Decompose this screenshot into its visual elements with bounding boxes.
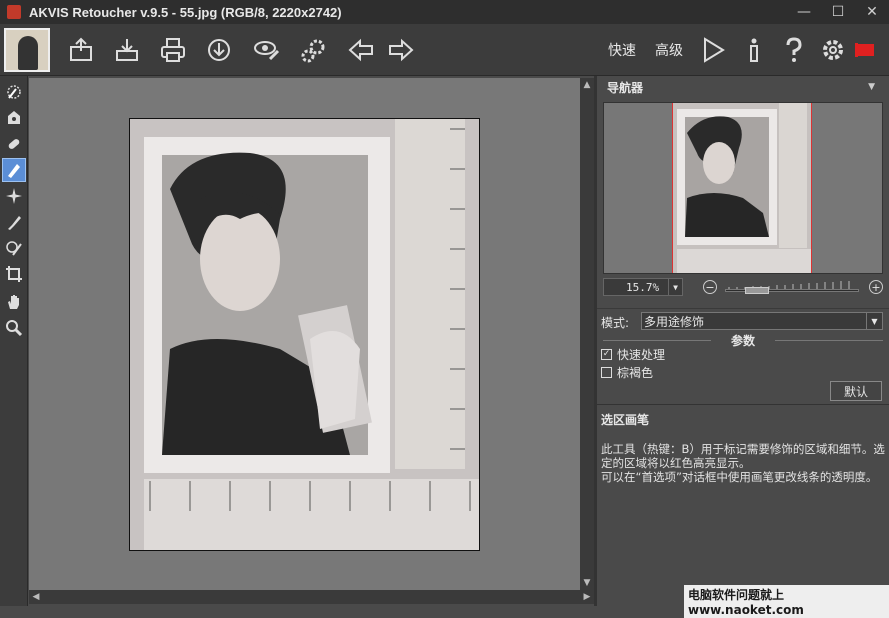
scroll-up-icon[interactable]: ▲ bbox=[580, 78, 594, 92]
help-title: 选区画笔 bbox=[601, 413, 650, 427]
info-icon bbox=[750, 38, 758, 62]
magic-icon bbox=[6, 188, 22, 204]
play-icon bbox=[704, 37, 725, 63]
vertical-scrollbar[interactable]: ▲ ▼ bbox=[580, 78, 594, 590]
red-flag-icon bbox=[855, 43, 874, 57]
preview-icon bbox=[254, 41, 280, 61]
sepia-checkbox[interactable]: 棕褐色 bbox=[601, 364, 653, 380]
redo-button[interactable] bbox=[384, 34, 418, 66]
selection-brush-icon bbox=[8, 164, 20, 178]
zoom-field[interactable]: 15.7% ▼ bbox=[603, 278, 683, 296]
minimize-button[interactable]: — bbox=[787, 0, 821, 24]
settings-icon bbox=[301, 39, 325, 63]
clone-icon bbox=[6, 241, 22, 256]
zoom-out-icon[interactable]: − bbox=[703, 280, 717, 294]
window-controls: — ☐ ✕ bbox=[787, 0, 889, 24]
patch-icon bbox=[8, 139, 20, 149]
notification-button[interactable] bbox=[848, 34, 882, 66]
navigator-title: 导航器 bbox=[607, 80, 644, 95]
tools-panel bbox=[0, 76, 28, 606]
horizontal-scrollbar[interactable]: ◀ ▶ bbox=[29, 590, 594, 604]
preferences-button[interactable] bbox=[816, 34, 850, 66]
app-icon bbox=[7, 5, 21, 19]
zoom-value: 15.7% bbox=[626, 280, 660, 294]
settings-panel: 导航器 ▼ 15.7% ▼ − + 模式: 多用途修饰 ▼ 参数 ✓ 快速处理 … bbox=[597, 78, 889, 606]
sepia-label: 棕褐色 bbox=[617, 365, 654, 380]
image-canvas[interactable] bbox=[29, 78, 580, 590]
photo-image bbox=[129, 118, 480, 551]
save-button[interactable] bbox=[110, 34, 144, 66]
navigator-header[interactable]: 导航器 ▼ bbox=[597, 78, 889, 96]
zoom-slider[interactable] bbox=[725, 280, 859, 294]
zoom-icon bbox=[6, 320, 23, 337]
tool-patch[interactable] bbox=[2, 132, 26, 156]
stamp-icon bbox=[8, 111, 20, 124]
share-icon bbox=[208, 39, 230, 61]
main-toolbar: 快速 高级 bbox=[0, 24, 889, 76]
tool-brush[interactable] bbox=[2, 80, 26, 104]
mode-label: 模式: bbox=[601, 316, 630, 330]
zoom-controls: 15.7% ▼ − + bbox=[603, 278, 883, 298]
run-button[interactable] bbox=[696, 34, 730, 66]
help-icon bbox=[786, 37, 802, 62]
gear-icon bbox=[823, 40, 843, 60]
tool-clone[interactable] bbox=[2, 236, 26, 260]
scroll-down-icon[interactable]: ▼ bbox=[580, 576, 594, 590]
scroll-right-icon[interactable]: ▶ bbox=[580, 590, 594, 604]
default-button[interactable]: 默认 bbox=[830, 381, 882, 401]
undo-icon bbox=[348, 38, 373, 62]
close-button[interactable]: ✕ bbox=[855, 0, 889, 24]
tool-hand[interactable] bbox=[2, 290, 26, 314]
advanced-mode-button[interactable]: 高级 bbox=[655, 40, 683, 60]
chevron-down-icon[interactable]: ▼ bbox=[866, 313, 882, 329]
app-logo bbox=[4, 28, 50, 72]
navigator-preview[interactable] bbox=[603, 102, 883, 274]
help-paragraph-1: 此工具（热键：B）用于标记需要修饰的区域和细节。选定的区域将以红色高亮显示。 bbox=[601, 442, 885, 470]
mode-row: 模式: 多用途修饰 ▼ bbox=[597, 308, 889, 332]
tool-eraser[interactable] bbox=[2, 210, 26, 234]
window-title: AKVIS Retoucher v.9.5 - 55.jpg (RGB/8, 2… bbox=[29, 4, 342, 20]
checkbox-checked-icon[interactable]: ✓ bbox=[601, 348, 612, 360]
tool-crop[interactable] bbox=[2, 262, 26, 286]
mode-value: 多用途修饰 bbox=[644, 314, 705, 329]
print-button[interactable] bbox=[156, 34, 190, 66]
title-bar: AKVIS Retoucher v.9.5 - 55.jpg (RGB/8, 2… bbox=[0, 0, 889, 24]
help-text: 此工具（热键：B）用于标记需要修饰的区域和细节。选定的区域将以红色高亮显示。 可… bbox=[601, 442, 885, 484]
checkbox-unchecked-icon[interactable] bbox=[601, 366, 612, 378]
help-panel: 选区画笔 此工具（热键：B）用于标记需要修饰的区域和细节。选定的区域将以红色高亮… bbox=[597, 404, 889, 606]
hand-icon bbox=[8, 295, 19, 309]
maximize-button[interactable]: ☐ bbox=[821, 0, 855, 24]
quick-process-label: 快速处理 bbox=[617, 347, 666, 362]
tool-selection-brush[interactable] bbox=[2, 158, 26, 182]
plugin-settings-button[interactable] bbox=[297, 34, 331, 66]
scroll-left-icon[interactable]: ◀ bbox=[29, 590, 43, 604]
open-icon bbox=[70, 37, 92, 61]
eraser-icon bbox=[8, 216, 21, 230]
save-icon bbox=[116, 39, 138, 61]
fast-mode-button[interactable]: 快速 bbox=[608, 40, 636, 60]
zoom-in-icon[interactable]: + bbox=[869, 280, 883, 294]
brush-icon bbox=[7, 85, 21, 99]
info-button[interactable] bbox=[737, 34, 771, 66]
tool-zoom[interactable] bbox=[2, 316, 26, 340]
help-paragraph-2: 可以在“首选项”对话框中使用画笔更改线条的透明度。 bbox=[601, 470, 878, 484]
zoom-dropdown-icon[interactable]: ▼ bbox=[668, 279, 682, 295]
zoom-slider-thumb[interactable] bbox=[745, 287, 769, 294]
redo-icon bbox=[389, 38, 414, 62]
print-icon bbox=[161, 38, 185, 62]
collapse-icon[interactable]: ▼ bbox=[868, 82, 875, 92]
help-button[interactable] bbox=[777, 34, 811, 66]
tool-stamp[interactable] bbox=[2, 106, 26, 130]
preview-button[interactable] bbox=[250, 34, 284, 66]
watermark: 电脑软件问题就上www.naoket.com bbox=[684, 585, 889, 618]
navigator-thumbnail bbox=[672, 103, 812, 273]
share-button[interactable] bbox=[202, 34, 236, 66]
mode-select[interactable]: 多用途修饰 ▼ bbox=[641, 312, 883, 330]
tool-magic[interactable] bbox=[2, 184, 26, 208]
undo-button[interactable] bbox=[344, 34, 378, 66]
open-button[interactable] bbox=[64, 34, 98, 66]
quick-process-checkbox[interactable]: ✓ 快速处理 bbox=[601, 346, 665, 362]
crop-icon bbox=[6, 266, 22, 282]
